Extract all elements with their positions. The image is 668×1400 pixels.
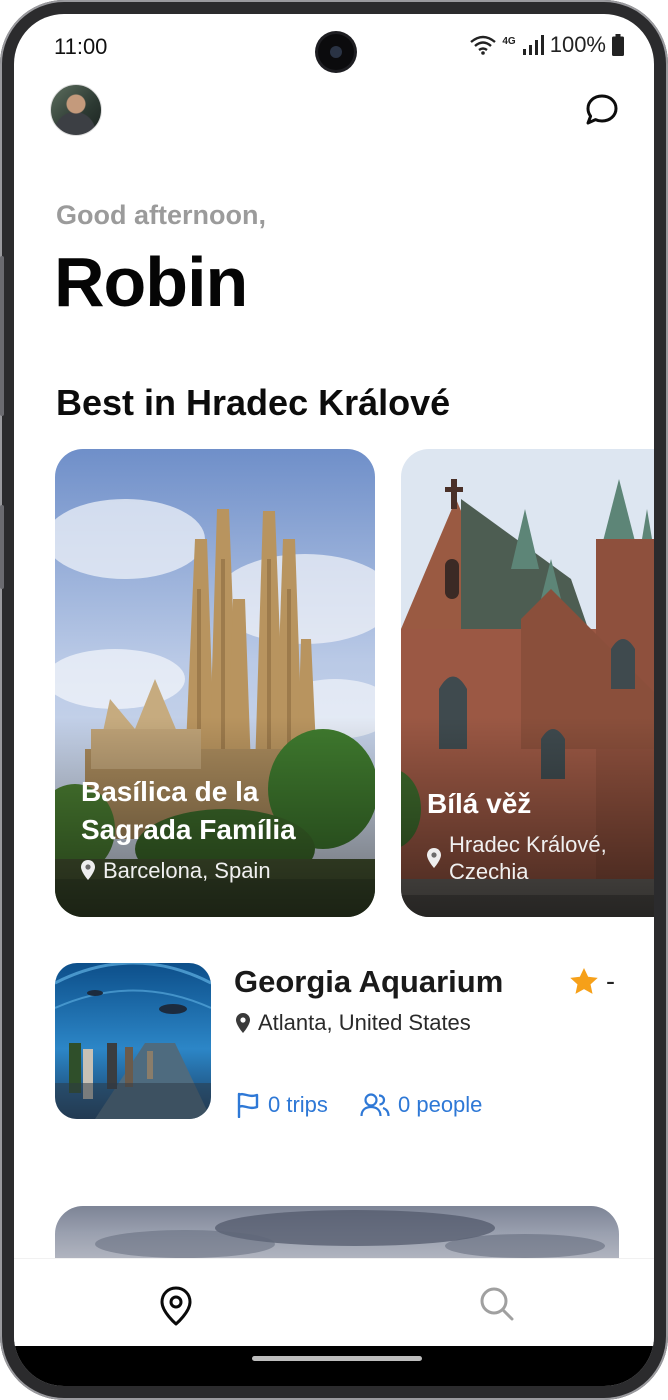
- section-title: Best in Hradec Králové: [56, 382, 451, 423]
- status-icons: 4G 100%: [470, 32, 624, 58]
- card-title: Basílica de la Sagrada Família: [81, 773, 296, 849]
- app-screen: 11:00 4G 100% Good afternoon, Robin Best…: [14, 14, 654, 1386]
- home-handle[interactable]: [252, 1356, 422, 1361]
- greeting-text: Good afternoon,: [56, 200, 266, 230]
- card-location-text: Barcelona, Spain: [103, 858, 271, 883]
- gesture-navigation-bar: [14, 1346, 654, 1386]
- location-pin-icon: [236, 1013, 250, 1033]
- thumbnail-photo: [55, 963, 211, 1119]
- volume-button: [0, 256, 4, 416]
- people-icon: [360, 1093, 390, 1117]
- location-pin-icon: [427, 848, 441, 868]
- chat-icon[interactable]: [584, 92, 620, 128]
- battery-icon: [612, 34, 624, 56]
- next-place-card[interactable]: [55, 1206, 619, 1266]
- card-location-line: Czechia: [449, 859, 529, 884]
- signal-icon: [522, 35, 544, 55]
- wifi-icon: [470, 35, 497, 55]
- next-card-photo: [95, 1210, 605, 1258]
- trips-count[interactable]: 0 trips: [236, 1092, 328, 1118]
- trips-count-text: 0 trips: [268, 1092, 328, 1117]
- card-title-line: Sagrada Família: [81, 814, 296, 845]
- card-location: Barcelona, Spain: [81, 857, 271, 884]
- map-pin-nav-icon[interactable]: [158, 1285, 194, 1327]
- card-title: Bílá věž: [427, 788, 532, 819]
- user-name: Robin: [54, 243, 248, 321]
- flag-icon: [237, 1092, 259, 1118]
- battery-percent: 100%: [549, 32, 606, 57]
- place-location: Atlanta, United States: [236, 1010, 471, 1036]
- location-pin-icon: [81, 860, 95, 880]
- place-title[interactable]: Georgia Aquarium: [234, 964, 503, 1000]
- search-icon[interactable]: [478, 1285, 516, 1323]
- featured-card-bila-vez[interactable]: Bílá věž Hradec Králové, Czechia: [401, 449, 654, 917]
- card-title-line: Basílica de la: [81, 776, 259, 807]
- people-count[interactable]: 0 people: [360, 1092, 482, 1118]
- people-count-text: 0 people: [398, 1092, 483, 1117]
- featured-card-sagrada-familia[interactable]: Basílica de la Sagrada Família Barcelona…: [55, 449, 375, 917]
- place-location-text: Atlanta, United States: [258, 1010, 471, 1035]
- card-location-line: Hradec Králové,: [449, 832, 607, 857]
- status-time: 11:00: [54, 34, 108, 59]
- front-camera: [318, 34, 354, 70]
- avatar[interactable]: [50, 84, 102, 136]
- place-thumbnail[interactable]: [55, 963, 211, 1119]
- rating-value: -: [606, 966, 615, 996]
- network-type: 4G: [502, 36, 516, 47]
- star-icon: [570, 968, 598, 994]
- bottom-navigation: [14, 1258, 654, 1347]
- card-location: Hradec Králové, Czechia: [427, 831, 607, 885]
- card-location-text: Hradec Králové, Czechia: [449, 831, 607, 885]
- side-key: [0, 505, 4, 589]
